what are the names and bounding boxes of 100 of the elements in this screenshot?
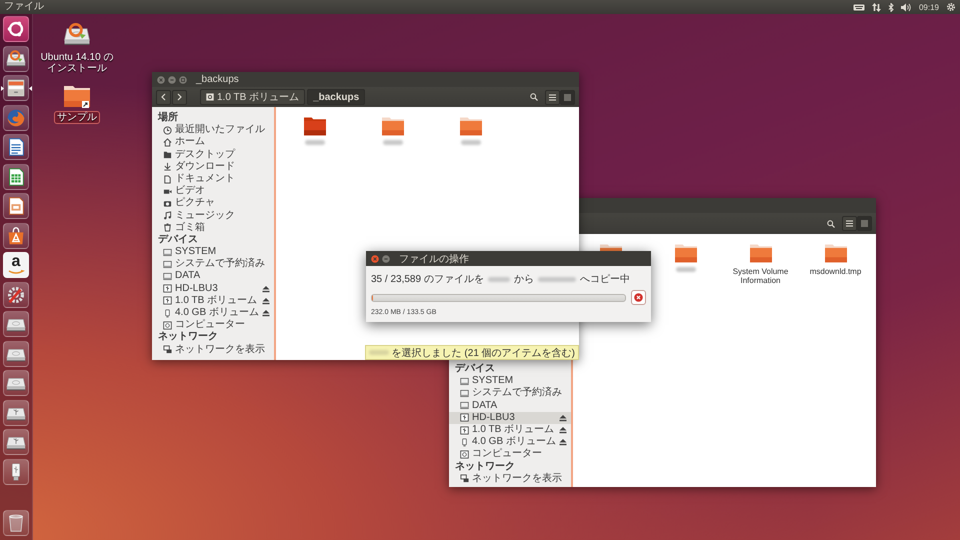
eject-button[interactable] — [262, 296, 270, 305]
sidebar-item[interactable]: システムで予約済み — [449, 387, 571, 400]
close-button-icon[interactable] — [157, 76, 165, 84]
status-text: を選択しました (21 個のアイテムを含む) — [392, 346, 575, 360]
launcher-button[interactable] — [3, 311, 29, 337]
back-button[interactable] — [156, 90, 171, 104]
clock-icon — [163, 126, 172, 135]
maximize-button-icon[interactable] — [179, 76, 187, 84]
sidebar-item[interactable]: コンピューター — [449, 448, 571, 461]
sidebar-item[interactable]: 1.0 TB ボリューム — [449, 424, 571, 436]
launcher-button[interactable]: a — [3, 252, 29, 278]
usb-drive-icon — [460, 413, 469, 422]
launcher-button[interactable] — [3, 282, 29, 308]
sidebar-item[interactable]: ピクチャ — [152, 197, 274, 210]
eject-icon — [262, 309, 270, 318]
sidebar-item[interactable]: HD-LBU3 — [449, 412, 571, 424]
drive-icon — [163, 260, 172, 269]
forward-button[interactable] — [172, 90, 187, 104]
drive-icon — [460, 401, 469, 410]
sidebar-item[interactable]: 4.0 GB ボリューム — [449, 436, 571, 448]
sidebar-item[interactable]: DATA — [449, 400, 571, 412]
sidebar-item[interactable]: ホーム — [152, 136, 274, 149]
search-icon — [827, 220, 835, 228]
sidebar-item[interactable]: ミュージック — [152, 210, 274, 222]
sidebar-item[interactable]: ドキュメント — [152, 172, 274, 186]
launcher-button[interactable] — [3, 16, 29, 42]
eject-button[interactable] — [559, 414, 567, 422]
message-text: へコピー中 — [580, 272, 630, 286]
eject-button[interactable] — [262, 309, 270, 318]
keyboard-icon — [852, 4, 865, 10]
list-view-button[interactable] — [842, 216, 857, 231]
sidebar-item[interactable]: ネットワークを表示 — [449, 472, 571, 485]
sidebar-item[interactable]: SYSTEM — [152, 246, 274, 258]
launcher-button[interactable] — [3, 134, 29, 160]
launcher-button[interactable] — [3, 400, 29, 426]
launcher-button[interactable] — [3, 193, 29, 219]
drive-icon — [206, 93, 214, 101]
usb-stick-icon — [460, 438, 469, 447]
sidebar-item[interactable]: SYSTEM — [449, 375, 571, 388]
sidebar-item[interactable]: HD-LBU3 — [152, 282, 274, 295]
computer-drive-icon — [163, 320, 172, 330]
blurred-name-mark — [488, 276, 510, 282]
launcher-button[interactable] — [3, 46, 29, 72]
sidebar-item[interactable]: 4.0 GB ボリューム — [152, 307, 274, 320]
sidebar-item[interactable]: DATA — [152, 270, 274, 283]
camera-icon — [163, 198, 172, 208]
launcher-button[interactable] — [3, 222, 29, 248]
message-text: 35 / 23,589 のファイルを — [371, 273, 484, 286]
sidebar-item[interactable]: デスクトップ — [152, 148, 274, 161]
sidebar-item[interactable]: ビデオ — [152, 185, 274, 198]
cancel-button[interactable] — [631, 290, 646, 305]
drive-icon — [460, 389, 469, 398]
eject-button[interactable] — [559, 426, 567, 434]
sidebar-item[interactable]: システムで予約済み — [152, 258, 274, 270]
dialog-title: ファイルの操作 — [399, 252, 469, 266]
desktop-icon-label[interactable]: Ubuntu 14.10 のインストール — [35, 52, 119, 74]
launcher-button[interactable] — [3, 164, 29, 190]
file-cabinet-icon — [5, 77, 27, 99]
grid-icon — [564, 94, 571, 100]
download-arrow-icon — [163, 162, 172, 172]
launcher-button[interactable] — [3, 429, 29, 455]
file-name[interactable]: System Volume Information — [724, 267, 796, 285]
message-text: から — [514, 273, 534, 286]
document-icon — [163, 174, 172, 184]
chevron-right-icon — [177, 93, 182, 101]
desktop-icon-label[interactable]: サンプル — [54, 111, 100, 124]
sidebar-item[interactable]: 最近開いたファイル — [152, 124, 274, 136]
sidebar-item[interactable]: コンピューター — [152, 319, 274, 332]
cancel-icon — [634, 293, 643, 302]
list-icon — [846, 220, 853, 227]
video-camera-icon — [163, 186, 172, 196]
eject-button[interactable] — [559, 438, 567, 446]
usb-drive-icon — [163, 284, 172, 294]
window-title: _backups — [196, 74, 239, 85]
launcher-button[interactable] — [3, 458, 29, 484]
clock-text: 09:19 — [918, 2, 939, 12]
sidebar-item[interactable]: ダウンロード — [152, 160, 274, 173]
file-name[interactable]: msdownld.tmp — [800, 267, 872, 276]
launcher-button[interactable] — [3, 510, 29, 536]
sidebar-heading: 場所 — [156, 112, 179, 124]
settings-icon — [946, 2, 956, 12]
app-menu-title[interactable]: ファイル — [4, 0, 44, 14]
launcher-button[interactable] — [3, 340, 29, 366]
sidebar-item[interactable]: 1.0 TB ボリューム — [152, 294, 274, 308]
path-button[interactable]: 1.0 TB ボリューム — [200, 89, 306, 105]
list-view-button[interactable] — [545, 90, 560, 104]
sidebar-item[interactable]: ゴミ箱 — [152, 222, 274, 234]
sidebar-heading: デバイス — [157, 234, 199, 246]
launcher-button[interactable] — [3, 370, 29, 396]
eject-button[interactable] — [262, 284, 270, 293]
launcher-button[interactable] — [3, 75, 29, 101]
sidebar-item[interactable]: ネットワークを表示 — [152, 344, 274, 356]
house-icon — [163, 138, 172, 147]
minimize-button-icon[interactable] — [382, 254, 390, 262]
eject-icon — [262, 296, 270, 305]
path-button[interactable]: _backups — [307, 89, 366, 105]
grid-icon — [861, 220, 868, 227]
eject-icon — [559, 438, 567, 446]
minimize-button-icon[interactable] — [168, 76, 176, 84]
close-button-icon[interactable] — [371, 254, 379, 262]
